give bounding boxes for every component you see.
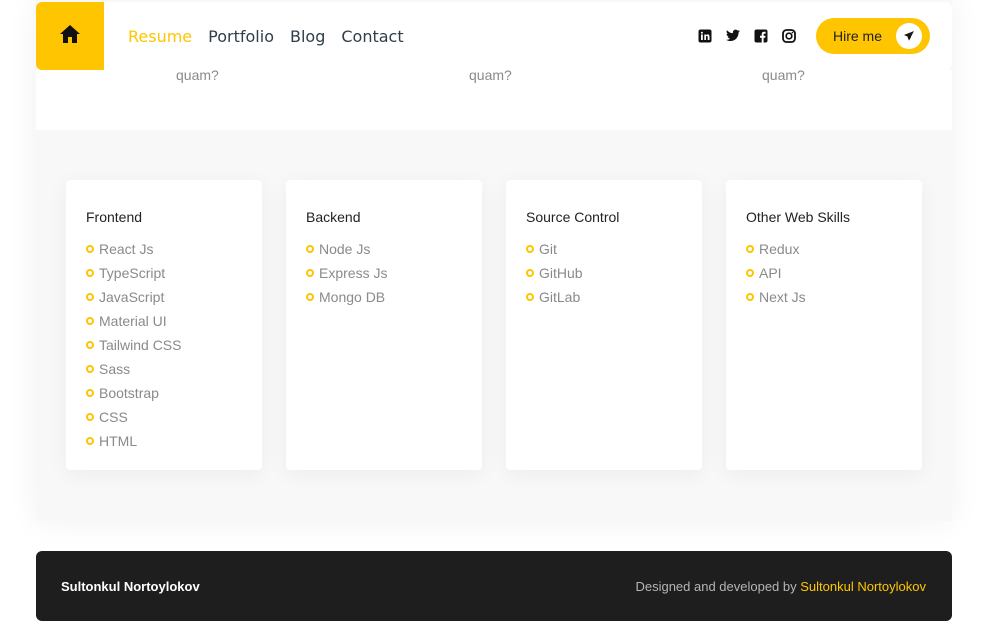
bullet-icon xyxy=(746,269,754,277)
bullet-icon xyxy=(86,341,94,349)
skill-item: Tailwind CSS xyxy=(86,333,242,357)
skill-list: React Js TypeScript JavaScript Material … xyxy=(86,237,242,453)
bullet-icon xyxy=(306,269,314,277)
skill-item: React Js xyxy=(86,237,242,261)
skill-item: API xyxy=(746,261,902,285)
bullet-icon xyxy=(86,245,94,253)
home-button[interactable] xyxy=(36,2,104,70)
skill-card-title: Other Web Skills xyxy=(746,209,850,225)
bullet-icon xyxy=(746,293,754,301)
bullet-icon xyxy=(746,245,754,253)
bullet-icon xyxy=(526,245,534,253)
bullet-icon xyxy=(306,245,314,253)
home-icon xyxy=(60,24,80,48)
skill-card-title: Source Control xyxy=(526,209,620,225)
skill-list: Node Js Express Js Mongo DB xyxy=(306,237,462,309)
twitter-icon[interactable] xyxy=(725,29,740,43)
skill-card-backend: Backend Node Js Express Js Mongo DB xyxy=(286,180,482,470)
nav-blog[interactable]: Blog xyxy=(290,27,325,46)
skill-list: Git GitHub GitLab xyxy=(526,237,682,309)
bullet-icon xyxy=(86,389,94,397)
footer: Sultonkul Nortoylokov Designed and devel… xyxy=(36,551,952,621)
bullet-icon xyxy=(526,269,534,277)
nav-contact[interactable]: Contact xyxy=(341,27,403,46)
skill-card-source-control: Source Control Git GitHub GitLab xyxy=(506,180,702,470)
credit-author-link[interactable]: Sultonkul Nortoylokov xyxy=(800,579,926,594)
skill-card-other: Other Web Skills Redux API Next Js xyxy=(726,180,922,470)
skill-item: Mongo DB xyxy=(306,285,462,309)
nav-portfolio[interactable]: Portfolio xyxy=(208,27,274,46)
skill-item: Next Js xyxy=(746,285,902,309)
credit-prefix: Designed and developed by xyxy=(635,578,797,594)
skill-item: HTML xyxy=(86,429,242,453)
skill-card-title: Backend xyxy=(306,209,361,225)
skill-item: TypeScript xyxy=(86,261,242,285)
bullet-icon xyxy=(86,269,94,277)
linkedin-icon[interactable] xyxy=(698,29,712,43)
skill-item: CSS xyxy=(86,405,242,429)
bullet-icon xyxy=(306,293,314,301)
bullet-icon xyxy=(86,317,94,325)
bullet-icon xyxy=(526,293,534,301)
hire-me-button[interactable]: Hire me xyxy=(815,18,930,54)
main-nav: Resume Portfolio Blog Contact xyxy=(128,27,420,46)
skill-item: JavaScript xyxy=(86,285,242,309)
skill-list: Redux API Next Js xyxy=(746,237,902,309)
skill-item: GitHub xyxy=(526,261,682,285)
nav-resume[interactable]: Resume xyxy=(128,27,192,46)
bullet-icon xyxy=(86,437,94,445)
skill-card-title: Frontend xyxy=(86,209,143,225)
skill-item: Git xyxy=(526,237,682,261)
bullet-icon xyxy=(86,293,94,301)
skill-item: GitLab xyxy=(526,285,682,309)
facebook-icon[interactable] xyxy=(754,29,768,43)
bullet-icon xyxy=(86,413,94,421)
footer-credit: Designed and developed by Sultonkul Nort… xyxy=(635,579,926,594)
instagram-icon[interactable] xyxy=(782,29,796,43)
skill-item: Redux xyxy=(746,237,902,261)
footer-name: Sultonkul Nortoylokov xyxy=(61,578,200,594)
skill-item: Bootstrap xyxy=(86,381,242,405)
skill-item: Express Js xyxy=(306,261,462,285)
send-icon xyxy=(896,23,922,49)
skill-card-frontend: Frontend React Js TypeScript JavaScript … xyxy=(66,180,262,470)
social-links xyxy=(698,29,796,43)
skill-item: Material UI xyxy=(86,309,242,333)
header: Resume Portfolio Blog Contact Hire me xyxy=(36,2,952,70)
bullet-icon xyxy=(86,365,94,373)
skill-item: Sass xyxy=(86,357,242,381)
skill-item: Node Js xyxy=(306,237,462,261)
hire-me-label: Hire me xyxy=(832,28,882,44)
